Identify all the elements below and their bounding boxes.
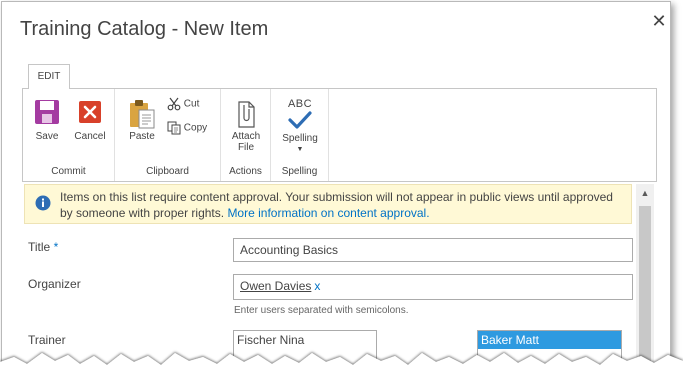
attach-file-icon (238, 101, 255, 128)
abc-text: ABC (287, 98, 313, 110)
tab-edit[interactable]: EDIT (28, 64, 70, 89)
dropdown-arrow-icon: ▼ (296, 146, 304, 153)
notice-text: Items on this list require content appro… (60, 189, 625, 221)
info-icon (35, 195, 51, 211)
remove-person-icon[interactable]: x (314, 279, 320, 293)
attach-file-button[interactable]: Attach File (227, 99, 265, 153)
paste-label: Paste (129, 131, 155, 142)
save-icon (35, 100, 59, 124)
organizer-people-picker[interactable]: Owen Davies x (233, 274, 633, 300)
person-token[interactable]: Owen Davies (240, 279, 311, 293)
clipboard-group-label: Clipboard (146, 166, 189, 177)
scroll-up-icon[interactable]: ▲ (636, 184, 654, 202)
close-icon[interactable]: ✕ (650, 12, 668, 30)
copy-icon (167, 121, 181, 135)
attach-label-line2: File (237, 142, 255, 153)
cancel-label: Cancel (74, 131, 106, 142)
actions-group-label: Actions (229, 166, 262, 177)
dialog-title: Training Catalog - New Item (20, 18, 269, 40)
ribbon: Save Cancel Commit Paste Cut Copy Clipbo… (22, 88, 657, 182)
copy-button[interactable]: Copy (167, 121, 207, 135)
actions-group: Attach File Actions (221, 89, 271, 181)
commit-group: Save Cancel Commit (23, 89, 115, 181)
save-label: Save (35, 131, 59, 142)
cut-button[interactable]: Cut (167, 97, 199, 111)
title-label: Title * (28, 240, 58, 254)
clipboard-group: Paste Cut Copy Clipboard (115, 89, 221, 181)
content-approval-link[interactable]: More information on content approval. (227, 206, 429, 220)
cut-label: Cut (183, 98, 200, 110)
approval-notice: Items on this list require content appro… (24, 184, 632, 224)
organizer-hint: Enter users separated with semicolons. (234, 305, 409, 316)
required-marker: * (53, 240, 59, 254)
spelling-group: ABC Spelling ▼ Spelling (271, 89, 329, 181)
paste-button[interactable]: Paste (125, 99, 159, 142)
cancel-button[interactable]: Cancel (71, 99, 109, 142)
checkmark-icon (288, 111, 312, 129)
new-item-dialog: Training Catalog - New Item ✕ EDIT Save … (1, 1, 671, 375)
paste-icon (130, 100, 155, 129)
spelling-label: Spelling (282, 133, 318, 144)
copy-label: Copy (183, 122, 208, 134)
scissors-icon (167, 97, 181, 111)
spelling-group-label: Spelling (281, 166, 318, 177)
torn-edge (0, 353, 683, 376)
cancel-icon (79, 101, 101, 123)
commit-group-label: Commit (51, 166, 86, 177)
spelling-button[interactable]: ABC Spelling ▼ (277, 99, 323, 155)
save-button[interactable]: Save (30, 99, 64, 142)
organizer-label: Organizer (28, 277, 81, 291)
attach-label-line1: Attach (231, 131, 261, 142)
title-input[interactable]: Accounting Basics (233, 238, 633, 262)
title-label-text: Title (28, 240, 51, 254)
